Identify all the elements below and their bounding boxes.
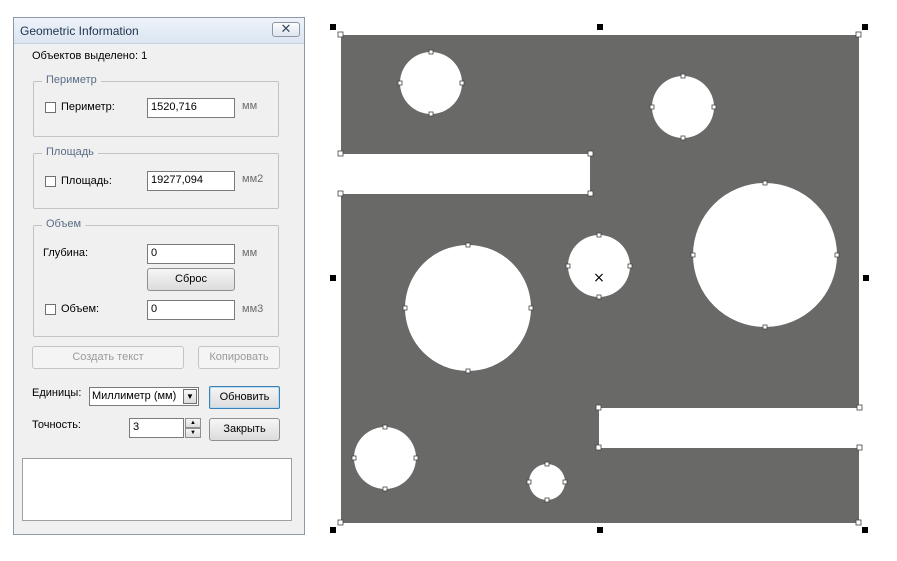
handle-top-center[interactable] bbox=[597, 24, 603, 30]
handle-bottom-left[interactable] bbox=[330, 527, 336, 533]
handle-top-left[interactable] bbox=[330, 24, 336, 30]
handle-bottom-center[interactable] bbox=[597, 527, 603, 533]
center-mark-icon[interactable]: × bbox=[593, 270, 605, 286]
handle-top-right[interactable] bbox=[862, 24, 868, 30]
handle-middle-left[interactable] bbox=[330, 275, 336, 281]
handle-bottom-right[interactable] bbox=[862, 527, 868, 533]
drawing-canvas[interactable]: × bbox=[0, 0, 897, 561]
handle-middle-right[interactable] bbox=[863, 275, 869, 281]
